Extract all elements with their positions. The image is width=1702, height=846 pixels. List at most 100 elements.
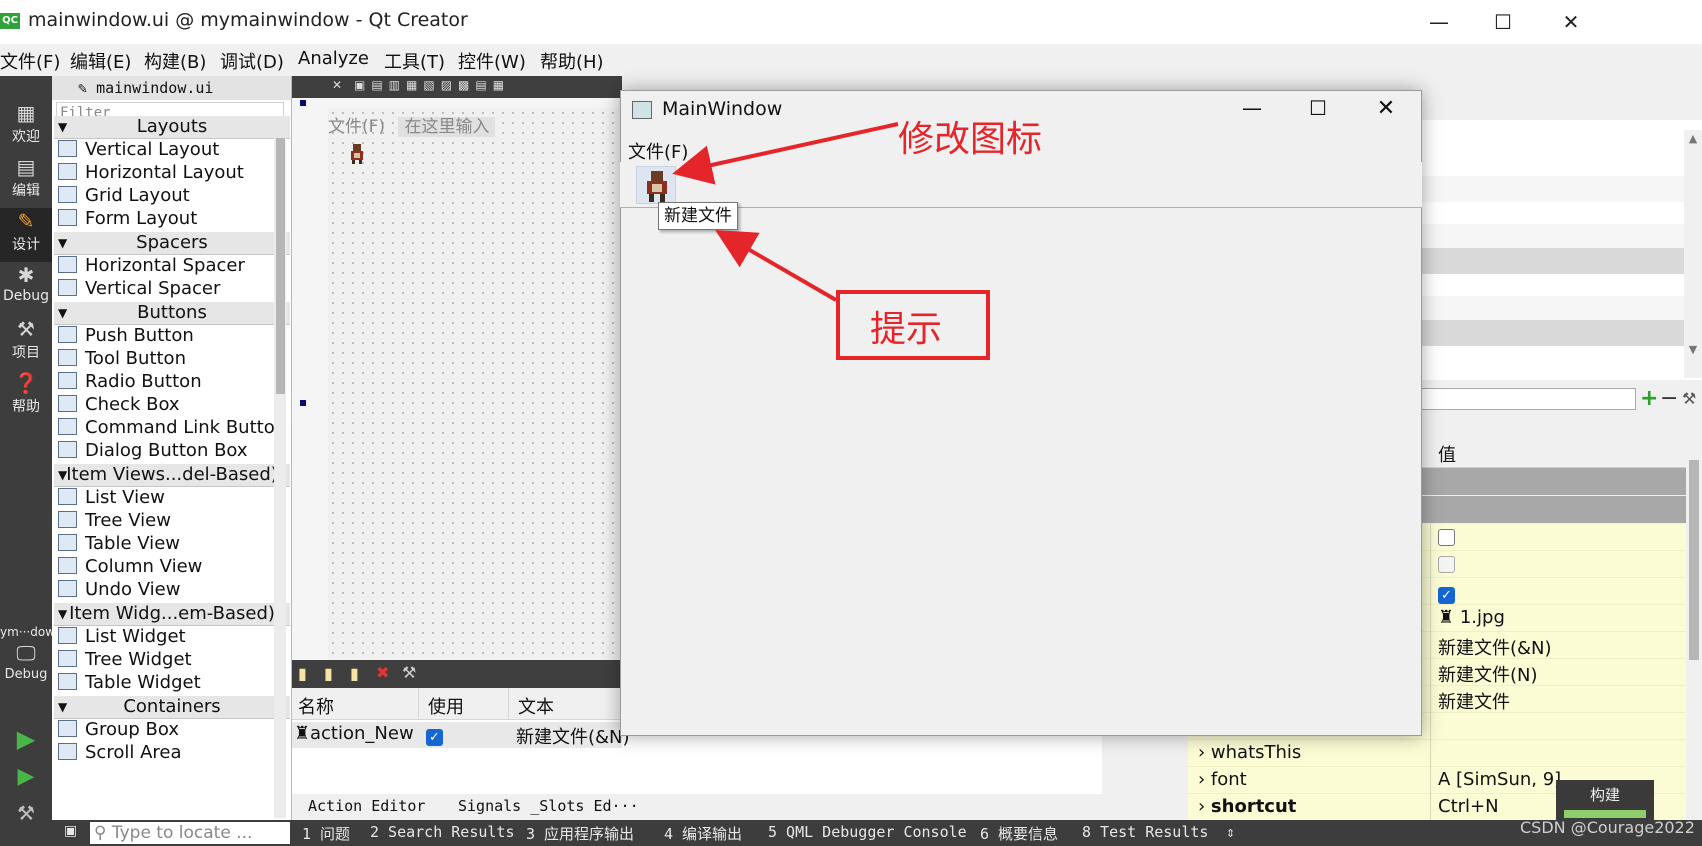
mode-projects[interactable]: ⚒ 项目 [0, 316, 52, 370]
property-row-whatsthis[interactable]: › whatsThis [1188, 740, 1686, 767]
preview-menu-file[interactable]: 文件(F) [628, 138, 688, 164]
widget-vertical-layout[interactable]: Vertical Layout [58, 138, 219, 162]
menu-file[interactable]: 文件(F) [0, 48, 60, 74]
mode-design[interactable]: ✎ 设计 [0, 208, 52, 262]
widget-tree-view[interactable]: Tree View [58, 509, 171, 533]
property-value[interactable]: 新建文件 [1438, 688, 1510, 714]
form-menu-file[interactable]: 文件(F) [328, 117, 385, 137]
widget-table-view[interactable]: Table View [58, 532, 180, 556]
mode-welcome[interactable]: ▦ 欢迎 [0, 100, 52, 154]
widget-vertical-spacer[interactable]: Vertical Spacer [58, 277, 220, 301]
pane-application-output[interactable]: 3 应用程序输出 [526, 823, 634, 844]
widget-dialog-button-box[interactable]: Dialog Button Box [58, 439, 248, 463]
delete-action-icon[interactable]: ✖ [376, 663, 389, 682]
tab-signals-slots-editor[interactable]: Signals _Slots Ed··· [458, 797, 639, 815]
form-canvas[interactable] [328, 108, 628, 662]
widget-list-view[interactable]: List View [58, 486, 165, 510]
remove-property-button[interactable]: − [1660, 388, 1678, 410]
mode-debug[interactable]: ✱ Debug [0, 262, 52, 316]
category-item-views[interactable]: ▼ Item Views...del-Based) [54, 464, 290, 487]
category-buttons[interactable]: ▼ Buttons [54, 302, 290, 325]
paste-action-icon[interactable]: ▮ [350, 664, 359, 683]
property-checkbox[interactable]: ✓ [1438, 583, 1455, 604]
widget-check-box[interactable]: Check Box [58, 393, 180, 417]
new-action-icon[interactable]: ▮ [298, 664, 307, 683]
close-button[interactable]: ✕ [1546, 6, 1596, 38]
pane-compile-output[interactable]: 4 编译输出 [664, 823, 742, 844]
property-checkbox[interactable] [1438, 529, 1455, 551]
property-value[interactable]: ♜ 1.jpg [1438, 607, 1505, 628]
pane-issues[interactable]: 1 问题 [302, 823, 350, 844]
run-button[interactable]: ▶ [0, 726, 52, 760]
property-value[interactable]: 新建文件(N) [1438, 661, 1538, 687]
mode-edit[interactable]: ▤ 编辑 [0, 154, 52, 208]
property-value[interactable]: Ctrl+N [1438, 796, 1499, 817]
widget-horizontal-spacer[interactable]: Horizontal Spacer [58, 254, 245, 278]
chevron-down-icon[interactable]: ▼ [1684, 343, 1702, 356]
wrench-icon[interactable]: ⚒ [402, 663, 416, 682]
preview-close-button[interactable]: ✕ [1366, 96, 1406, 126]
property-value[interactable]: 新建文件(&N) [1438, 634, 1552, 660]
chevron-right-icon[interactable]: › [1198, 796, 1211, 817]
menu-debug[interactable]: 调试(D) [220, 48, 284, 74]
selection-handle[interactable] [300, 100, 306, 106]
layout-tools-icon[interactable]: ▣▤▥▦▧▨▩▤▦ [354, 78, 510, 92]
wrench-icon[interactable]: ⚒ [1682, 388, 1696, 410]
widget-command-link-button[interactable]: Command Link Button [58, 416, 286, 440]
widget-column-view[interactable]: Column View [58, 555, 202, 579]
copy-action-icon[interactable]: ▮ [324, 664, 333, 683]
widget-undo-view[interactable]: Undo View [58, 578, 180, 602]
header-text[interactable]: 文本 [518, 693, 554, 719]
widget-scroll-area[interactable]: Scroll Area [58, 741, 182, 765]
widget-grid-layout[interactable]: Grid Layout [58, 184, 190, 208]
property-value-header[interactable]: 值 [1438, 441, 1456, 467]
maximize-button[interactable]: ☐ [1478, 6, 1528, 38]
property-value[interactable]: A [SimSun, 9] [1438, 769, 1561, 790]
widget-box-scroll-thumb[interactable] [276, 138, 285, 394]
preview-maximize-button[interactable]: ☐ [1298, 96, 1338, 126]
menu-help[interactable]: 帮助(H) [540, 48, 604, 74]
property-checkbox[interactable] [1438, 556, 1455, 578]
debug-run-button[interactable]: ▶ [0, 764, 52, 798]
category-layouts[interactable]: ▼ Layouts [54, 116, 290, 139]
menu-controls[interactable]: 控件(W) [458, 48, 526, 74]
chevron-right-icon[interactable]: › [1198, 742, 1211, 763]
category-spacers[interactable]: ▼ Spacers [54, 232, 290, 255]
widget-list-widget[interactable]: List Widget [58, 625, 186, 649]
table-row[interactable]: ♜ action_New ✓ 新建文件(&N) [292, 722, 630, 748]
widget-form-layout[interactable]: Form Layout [58, 207, 197, 231]
add-property-button[interactable]: + [1640, 388, 1658, 410]
sidebar-toggle-icon[interactable]: ▣ [64, 823, 77, 839]
menu-edit[interactable]: 编辑(E) [70, 48, 131, 74]
category-containers[interactable]: ▼ Containers [54, 696, 290, 719]
menu-tools[interactable]: 工具(T) [384, 48, 445, 74]
locate-input[interactable]: ⚲ Type to locate ... [90, 822, 290, 844]
object-inspector-scrollbar[interactable]: ▲ ▼ [1684, 130, 1702, 378]
header-used[interactable]: 使用 [428, 693, 464, 719]
action-used-checkbox[interactable]: ✓ [426, 725, 443, 746]
pane-general-messages[interactable]: 6 概要信息 [980, 823, 1058, 844]
pane-qml-debugger[interactable]: 5 QML Debugger Console [768, 823, 967, 841]
header-name[interactable]: 名称 [298, 693, 334, 719]
chevron-updown-icon[interactable]: ⇕ [1226, 823, 1235, 841]
widget-tree-widget[interactable]: Tree Widget [58, 648, 192, 672]
selection-handle[interactable] [300, 400, 306, 406]
close-icon[interactable]: ✕ [332, 78, 342, 92]
pane-search-results[interactable]: 2 Search Results [370, 823, 515, 841]
category-item-widgets[interactable]: ▼ Item Widg...em-Based) [54, 603, 290, 626]
chevron-up-icon[interactable]: ▲ [1684, 132, 1702, 145]
menu-analyze[interactable]: Analyze [298, 48, 369, 69]
widget-group-box[interactable]: Group Box [58, 718, 179, 742]
widget-horizontal-layout[interactable]: Horizontal Layout [58, 161, 244, 185]
widget-push-button[interactable]: Push Button [58, 324, 194, 348]
tab-action-editor[interactable]: Action Editor [308, 797, 425, 815]
pane-test-results[interactable]: 8 Test Results [1082, 823, 1208, 841]
target-selector[interactable]: ym···dow 🖵 Debug [0, 624, 55, 704]
mode-help[interactable]: ❓ 帮助 [0, 370, 52, 424]
editor-file-tab[interactable]: ✎ mainwindow.ui ▾ [52, 76, 291, 100]
widget-tool-button[interactable]: Tool Button [58, 347, 186, 371]
menu-build[interactable]: 构建(B) [144, 48, 206, 74]
property-scroll-thumb[interactable] [1689, 460, 1699, 660]
widget-table-widget[interactable]: Table Widget [58, 671, 201, 695]
preview-minimize-button[interactable]: — [1232, 96, 1272, 126]
